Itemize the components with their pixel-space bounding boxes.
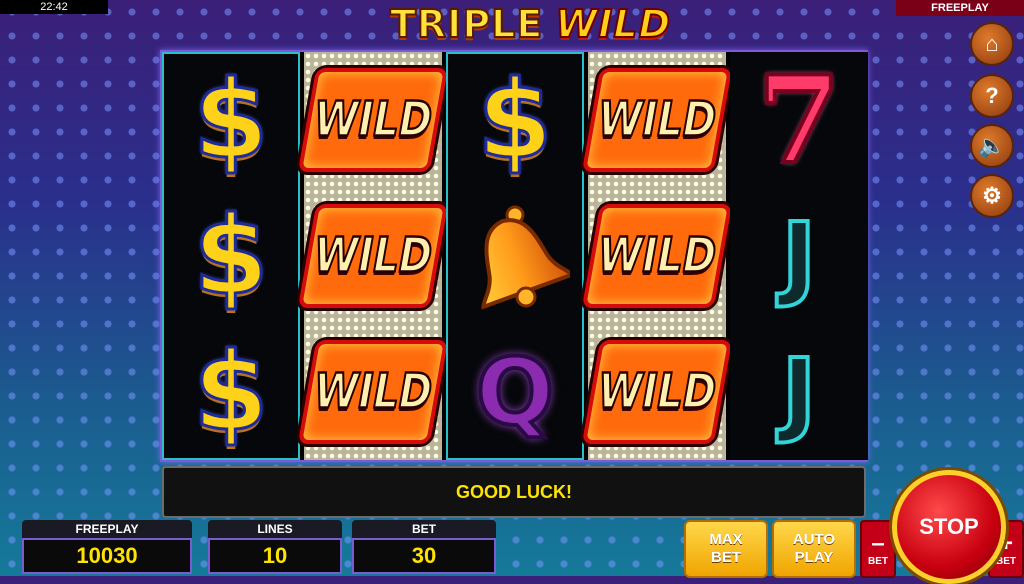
wild-text: WILD (308, 91, 438, 148)
home-icon: ⌂ (985, 31, 999, 56)
reel-3: $ Q (446, 52, 584, 460)
reel-1: $ $ $ (162, 52, 300, 460)
stop-button[interactable]: STOP (892, 470, 1006, 584)
auto-play-line2: PLAY (794, 549, 834, 566)
credit-value: 10030 (22, 538, 192, 574)
decrease-bet-button[interactable]: – BET (860, 520, 896, 578)
reel-symbol: J (730, 324, 868, 460)
decrease-bet-label: BET (868, 555, 888, 567)
sound-icon: 🔈 (978, 133, 1006, 158)
reel-symbol: $ (446, 52, 584, 188)
wild-symbol: WILD (581, 204, 733, 308)
wild-text: WILD (592, 363, 722, 420)
auto-play-line1: AUTO (792, 531, 836, 548)
bet-label: BET (352, 520, 496, 538)
increase-bet-label: BET (996, 555, 1016, 567)
wild-symbol: WILD (581, 68, 733, 172)
j-symbol: J (780, 337, 818, 448)
dollar-symbol: $ (192, 56, 270, 184)
auto-play-button[interactable]: AUTO PLAY (772, 520, 856, 578)
reel-2: WILD WILD WILD (297, 52, 449, 460)
wild-symbol: WILD (297, 68, 449, 172)
wild-text: WILD (592, 91, 722, 148)
q-symbol: Q (474, 337, 556, 448)
help-icon: ? (985, 83, 999, 108)
reel-symbol: 7 (730, 48, 868, 193)
message-bar: GOOD LUCK! (162, 466, 866, 518)
settings-button[interactable]: ⚙ (970, 174, 1014, 218)
dollar-symbol: $ (476, 56, 554, 184)
dollar-symbol: $ (192, 328, 270, 456)
home-button[interactable]: ⌂ (970, 22, 1014, 66)
max-bet-line2: BET (711, 549, 741, 566)
reel-symbol: WILD (297, 188, 449, 324)
wild-text: WILD (308, 227, 438, 284)
minus-icon: – (871, 529, 885, 557)
reel-5: 7 J J (730, 48, 868, 460)
reel-4: WILD WILD WILD (581, 52, 733, 460)
reel-symbol: WILD (297, 324, 449, 460)
reel-symbol: $ (162, 324, 300, 460)
reel-symbol: WILD (581, 324, 733, 460)
wild-text: WILD (308, 363, 438, 420)
wild-symbol: WILD (297, 204, 449, 308)
reel-symbol: WILD (581, 188, 733, 324)
reel-symbol (446, 188, 584, 324)
bell-icon (481, 205, 570, 310)
bet-value: 30 (352, 538, 496, 574)
reel-symbol: J (730, 188, 868, 324)
logo-word-wild: WILD (554, 1, 672, 47)
lines-panel: LINES 10 (208, 520, 342, 574)
reel-area: $ $ $ WILD WILD WILD $ Q WILD WILD WILD … (160, 48, 868, 462)
dollar-symbol: $ (192, 192, 270, 320)
mode-badge: FREEPLAY (896, 0, 1024, 16)
wild-symbol: WILD (297, 340, 449, 444)
credit-label: FREEPLAY (22, 520, 192, 538)
reel-symbol: $ (162, 52, 300, 188)
wild-symbol: WILD (581, 340, 733, 444)
lines-label: LINES (208, 520, 342, 538)
help-button[interactable]: ? (970, 74, 1014, 118)
j-symbol: J (780, 201, 818, 312)
credit-panel: FREEPLAY 10030 (22, 520, 192, 574)
seven-symbol: 7 (755, 48, 842, 193)
clock: 22:42 (0, 0, 108, 14)
max-bet-line1: MAX (709, 531, 743, 548)
sound-button[interactable]: 🔈 (970, 124, 1014, 168)
settings-icon: ⚙ (982, 183, 1002, 208)
logo-word-triple: TRIPLE (389, 1, 544, 47)
reel-symbol: WILD (297, 52, 449, 188)
reel-symbol: $ (162, 188, 300, 324)
game-logo: TRIPLE WILD (389, 1, 672, 47)
reel-symbol: Q (446, 324, 584, 460)
wild-text: WILD (592, 227, 722, 284)
reel-symbol: WILD (581, 52, 733, 188)
max-bet-button[interactable]: MAX BET (684, 520, 768, 578)
bet-panel: BET 30 (352, 520, 496, 574)
lines-value[interactable]: 10 (208, 538, 342, 574)
